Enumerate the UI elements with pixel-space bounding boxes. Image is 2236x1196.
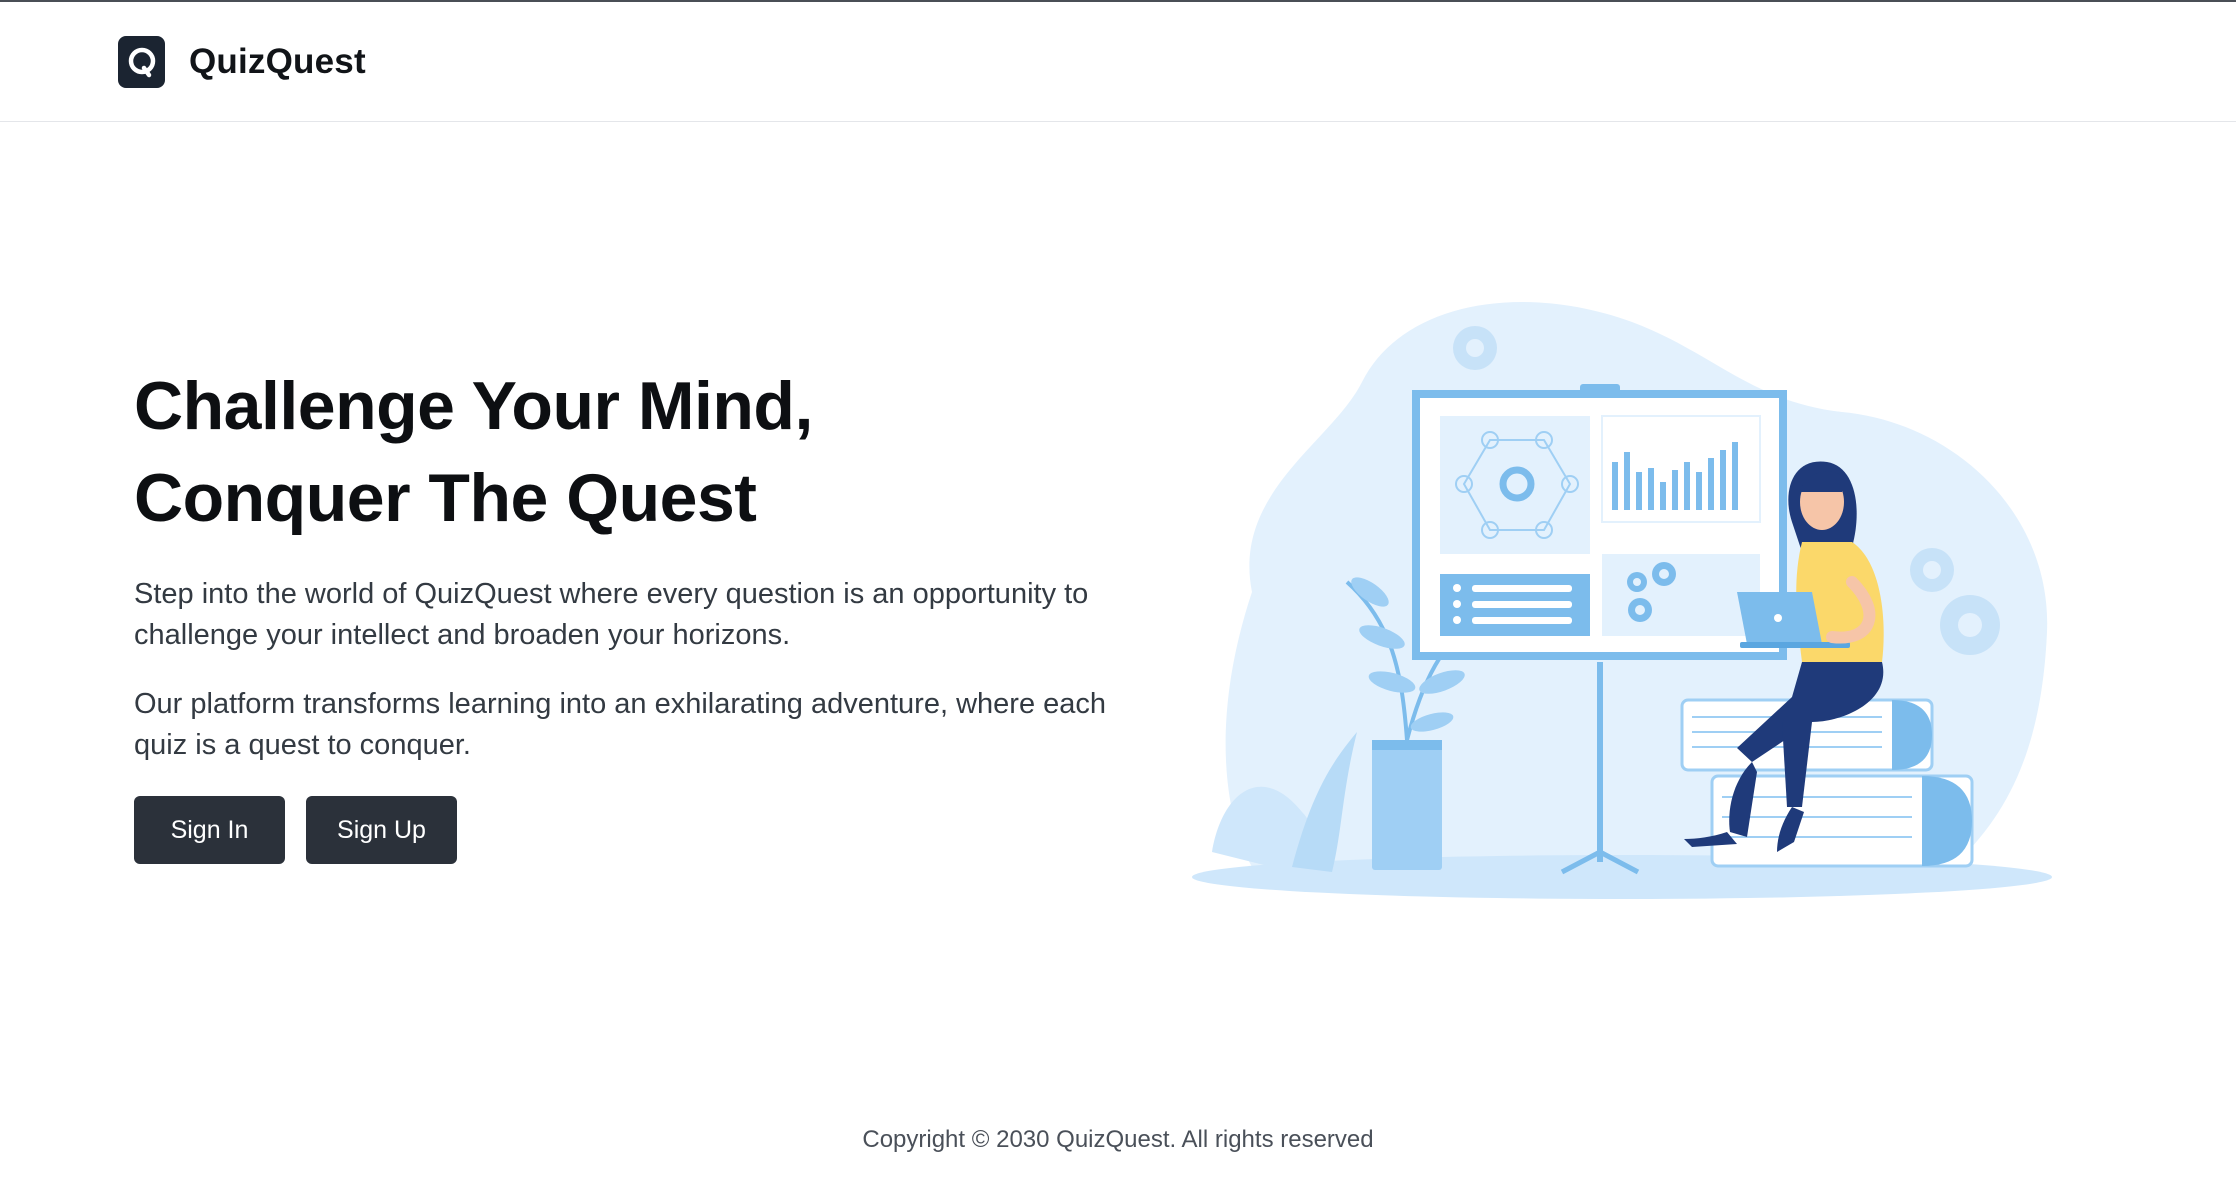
site-footer: Copyright © 2030 QuizQuest. All rights r… xyxy=(0,1126,2236,1154)
brand-name: QuizQuest xyxy=(189,42,366,81)
hero-headline: Challenge Your Mind, Conquer The Quest xyxy=(134,360,1134,544)
copyright-text: Copyright © 2030 QuizQuest. All rights r… xyxy=(862,1126,1374,1153)
sign-in-button[interactable]: Sign In xyxy=(134,796,285,864)
hero-paragraph-2: Our platform transforms learning into an… xyxy=(134,688,1107,761)
hero-illustration xyxy=(1192,292,2072,912)
headline-line-2: Conquer The Quest xyxy=(134,460,757,536)
brand-home-link[interactable]: QuizQuest xyxy=(118,36,366,88)
sign-up-button[interactable]: Sign Up xyxy=(306,796,457,864)
headline-line-1: Challenge Your Mind, xyxy=(134,368,813,444)
hero-section: Challenge Your Mind, Conquer The Quest S… xyxy=(134,360,1134,864)
hero-paragraph-1: Step into the world of QuizQuest where e… xyxy=(134,578,1089,651)
site-header: QuizQuest xyxy=(0,2,2236,122)
q-logo-icon xyxy=(118,36,165,88)
hero-buttons: Sign In Sign Up xyxy=(134,796,1134,864)
